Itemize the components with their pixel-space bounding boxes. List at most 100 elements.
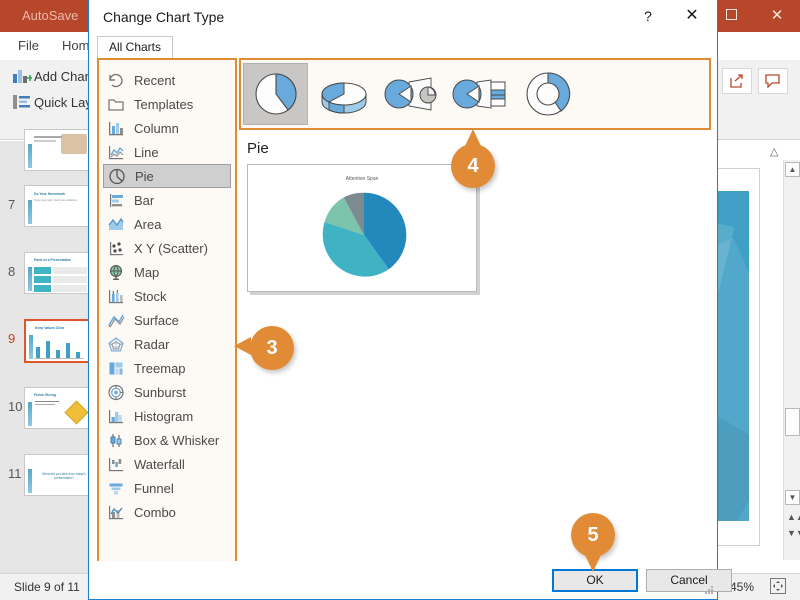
cancel-button[interactable]: Cancel <box>646 569 732 592</box>
funnel-chart-icon <box>107 480 125 497</box>
slide-thumbnail-8[interactable]: Parts of a Presentation <box>24 252 90 294</box>
autosave-label: AutoSave <box>22 8 79 23</box>
pie-chart-icon <box>108 168 126 185</box>
scroll-down-icon[interactable]: ▼ <box>785 490 800 505</box>
preview-heading: Pie <box>247 140 269 157</box>
sidebar-item-label: Templates <box>134 96 194 112</box>
sidebar-item-line[interactable]: Line <box>103 140 231 164</box>
sidebar-item-funnel[interactable]: Funnel <box>103 476 231 500</box>
slide-number: 9 <box>8 331 16 346</box>
sidebar-item-label: Area <box>134 216 162 232</box>
dialog-tabs: All Charts <box>97 36 174 58</box>
resize-grip[interactable] <box>704 586 714 596</box>
share-icon[interactable] <box>722 68 752 94</box>
chart-title: Attention Span <box>345 176 379 182</box>
sidebar-item-waterfall[interactable]: Waterfall <box>103 452 231 476</box>
box-whisker-chart-icon <box>107 432 125 449</box>
chevron-up-icon[interactable]: △ <box>770 145 778 158</box>
sidebar-item-treemap[interactable]: Treemap <box>103 356 231 380</box>
area-chart-icon <box>107 216 125 233</box>
status-slide-indicator[interactable]: Slide 9 of 11 <box>14 580 80 594</box>
sidebar-item-label: Pie <box>135 168 154 184</box>
sidebar-item-label: Sunburst <box>134 384 187 400</box>
sidebar-item-map[interactable]: Map <box>103 260 231 284</box>
map-chart-icon <box>107 264 125 281</box>
callout-number: 3 <box>266 337 278 359</box>
fit-to-window-icon[interactable] <box>770 578 786 594</box>
radar-chart-icon <box>107 336 125 353</box>
sidebar-item-surface[interactable]: Surface <box>103 308 231 332</box>
slide-thumbnail-6[interactable] <box>24 129 90 171</box>
slide-thumbnail-10[interactable]: Finish Strong <box>24 387 90 429</box>
chart-category-list[interactable]: Recent Templates Column Line Pie Bar Are… <box>97 58 237 563</box>
callout-badge-4: 4 <box>451 129 495 188</box>
scroll-up-icon[interactable]: ▲ <box>785 162 800 177</box>
ribbon-tab-file[interactable]: File <box>18 38 39 53</box>
change-chart-type-dialog[interactable]: Change Chart Type ? ✕ All Charts Recent … <box>88 0 732 600</box>
sidebar-item-bar[interactable]: Bar <box>103 188 231 212</box>
dialog-title: Change Chart Type <box>103 9 225 25</box>
chart-subtype-gallery[interactable] <box>239 58 711 130</box>
close-icon[interactable]: ✕ <box>671 0 713 32</box>
sidebar-item-label: Stock <box>134 288 167 304</box>
3d-pie-subtype-icon[interactable] <box>311 63 376 125</box>
sidebar-item-recent[interactable]: Recent <box>103 68 231 92</box>
sidebar-item-radar[interactable]: Radar <box>103 332 231 356</box>
slides-thumbnail-panel[interactable]: 7 Do Your Homework Know your topic, know… <box>0 129 90 573</box>
sidebar-item-pie[interactable]: Pie <box>103 164 231 188</box>
sidebar-item-combo[interactable]: Combo <box>103 500 231 524</box>
sidebar-item-sunburst[interactable]: Sunburst <box>103 380 231 404</box>
sidebar-item-label: Map <box>134 264 160 280</box>
slide-thumbnail-7[interactable]: Do Your Homework Know your topic, know y… <box>24 185 90 227</box>
dialog-title-bar: Change Chart Type ? ✕ <box>89 0 717 36</box>
chart-preview[interactable]: Attention Span <box>247 164 477 292</box>
sidebar-item-label: Bar <box>134 192 155 208</box>
comment-icon[interactable] <box>758 68 788 94</box>
slide-number: 7 <box>8 197 16 212</box>
stock-chart-icon <box>107 288 125 305</box>
sidebar-item-column[interactable]: Column <box>103 116 231 140</box>
sidebar-item-templates[interactable]: Templates <box>103 92 231 116</box>
histogram-chart-icon <box>107 408 125 425</box>
sidebar-item-label: Box & Whisker <box>134 432 220 448</box>
add-chart-command[interactable]: Add Chart <box>34 69 93 84</box>
vertical-scrollbar[interactable]: ▲ ▼ ▲▲ ▼▼ <box>783 160 800 560</box>
close-icon[interactable]: ✕ <box>754 0 800 32</box>
callout-badge-5: 5 <box>571 513 615 572</box>
callout-badge-3: 3 <box>234 326 294 370</box>
next-slide-icon[interactable]: ▼▼ <box>787 528 800 538</box>
callout-number: 5 <box>587 524 599 546</box>
sidebar-item-box-whisker[interactable]: Box & Whisker <box>103 428 231 452</box>
combo-chart-icon <box>107 504 125 521</box>
sidebar-item-stock[interactable]: Stock <box>103 284 231 308</box>
column-chart-icon <box>107 120 125 137</box>
slide-thumbnail-11[interactable]: What did you take from today's presentat… <box>24 454 90 496</box>
bar-of-pie-subtype-icon[interactable] <box>447 63 512 125</box>
zoom-level[interactable]: 45% <box>730 580 754 594</box>
treemap-chart-icon <box>107 360 125 377</box>
sidebar-item-label: Funnel <box>134 480 174 496</box>
slide-thumbnail-text: What did you take from today's presentat… <box>42 472 86 480</box>
ok-button[interactable]: OK <box>552 569 638 592</box>
scrollbar-thumb[interactable] <box>785 408 800 436</box>
sidebar-item-histogram[interactable]: Histogram <box>103 404 231 428</box>
slide-number: 10 <box>8 399 23 414</box>
sidebar-item-area[interactable]: Area <box>103 212 231 236</box>
help-icon[interactable]: ? <box>627 0 669 32</box>
tab-all-charts[interactable]: All Charts <box>97 36 174 58</box>
sidebar-item-label: X Y (Scatter) <box>134 240 208 256</box>
pie-of-pie-subtype-icon[interactable] <box>379 63 444 125</box>
callout-number: 4 <box>467 155 479 177</box>
quick-layout-icon <box>12 93 32 111</box>
doughnut-subtype-icon[interactable] <box>515 63 580 125</box>
sidebar-item-label: Column <box>134 120 179 136</box>
chart-preview-pane: Pie Attention Span <box>239 134 711 563</box>
scatter-chart-icon <box>107 240 125 257</box>
slide-number: 8 <box>8 264 16 279</box>
sidebar-item-scatter[interactable]: X Y (Scatter) <box>103 236 231 260</box>
slide-thumbnail-9[interactable]: Keep Values Clear <box>24 319 90 363</box>
previous-slide-icon[interactable]: ▲▲ <box>787 512 800 522</box>
pie-chart-graphic <box>322 192 407 277</box>
sidebar-item-label: Recent <box>134 72 176 88</box>
pie-subtype-icon[interactable] <box>243 63 308 125</box>
